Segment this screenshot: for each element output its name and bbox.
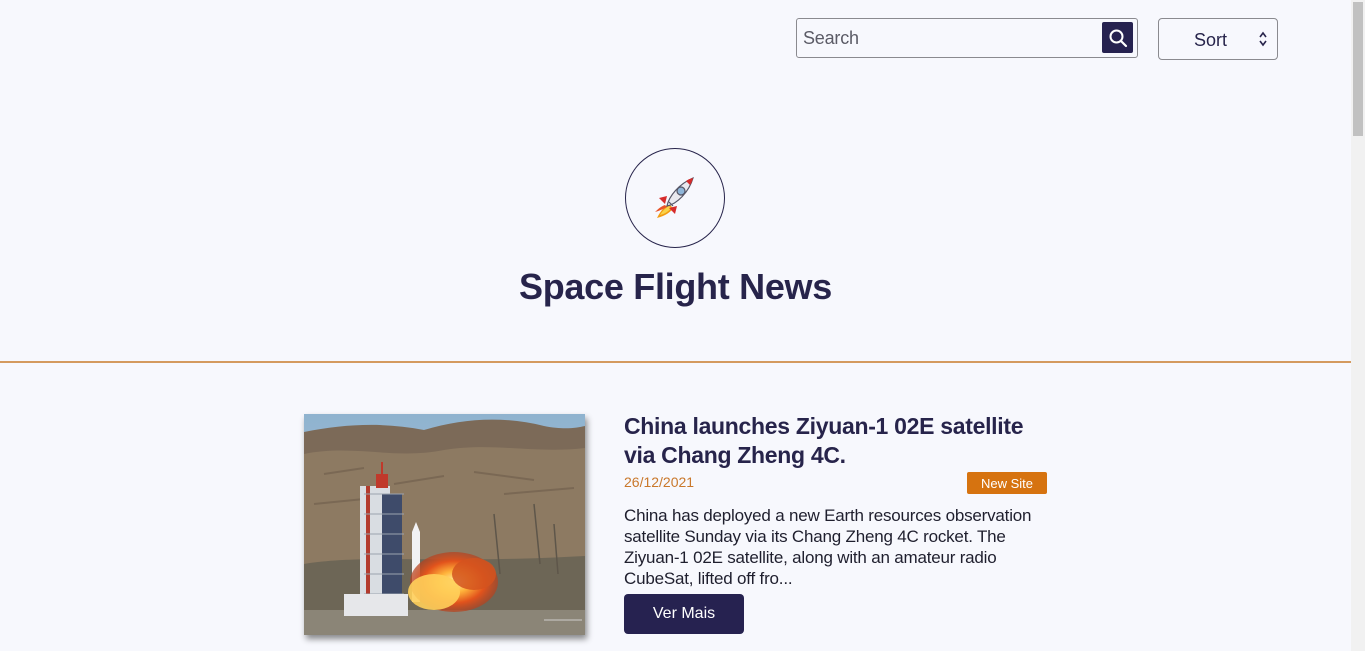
scrollbar[interactable] xyxy=(1351,0,1365,651)
site-logo xyxy=(625,148,725,248)
header-divider xyxy=(0,361,1351,363)
chevron-up-down-icon xyxy=(1259,31,1267,47)
article-summary: China has deployed a new Earth resources… xyxy=(624,506,1032,588)
search-box xyxy=(796,18,1138,58)
site-title: Space Flight News xyxy=(519,266,832,307)
sort-label: Sort xyxy=(1194,30,1228,50)
news-site-badge: New Site xyxy=(967,472,1047,494)
article-image[interactable] xyxy=(304,414,585,635)
search-input[interactable] xyxy=(797,19,1097,57)
rocket-launch-photo xyxy=(304,414,585,635)
see-more-button[interactable]: Ver Mais xyxy=(624,594,744,634)
sort-select[interactable]: Sort xyxy=(1158,18,1278,60)
search-button[interactable] xyxy=(1102,22,1133,53)
article-title[interactable]: China launches Ziyuan-1 02E satellite vi… xyxy=(624,412,1054,470)
rocket-icon xyxy=(655,176,694,218)
search-icon xyxy=(1109,29,1127,47)
scrollbar-thumb[interactable] xyxy=(1353,2,1363,136)
article-date: 26/12/2021 xyxy=(624,474,695,490)
page: Sort Space Flight News xyxy=(0,0,1351,651)
